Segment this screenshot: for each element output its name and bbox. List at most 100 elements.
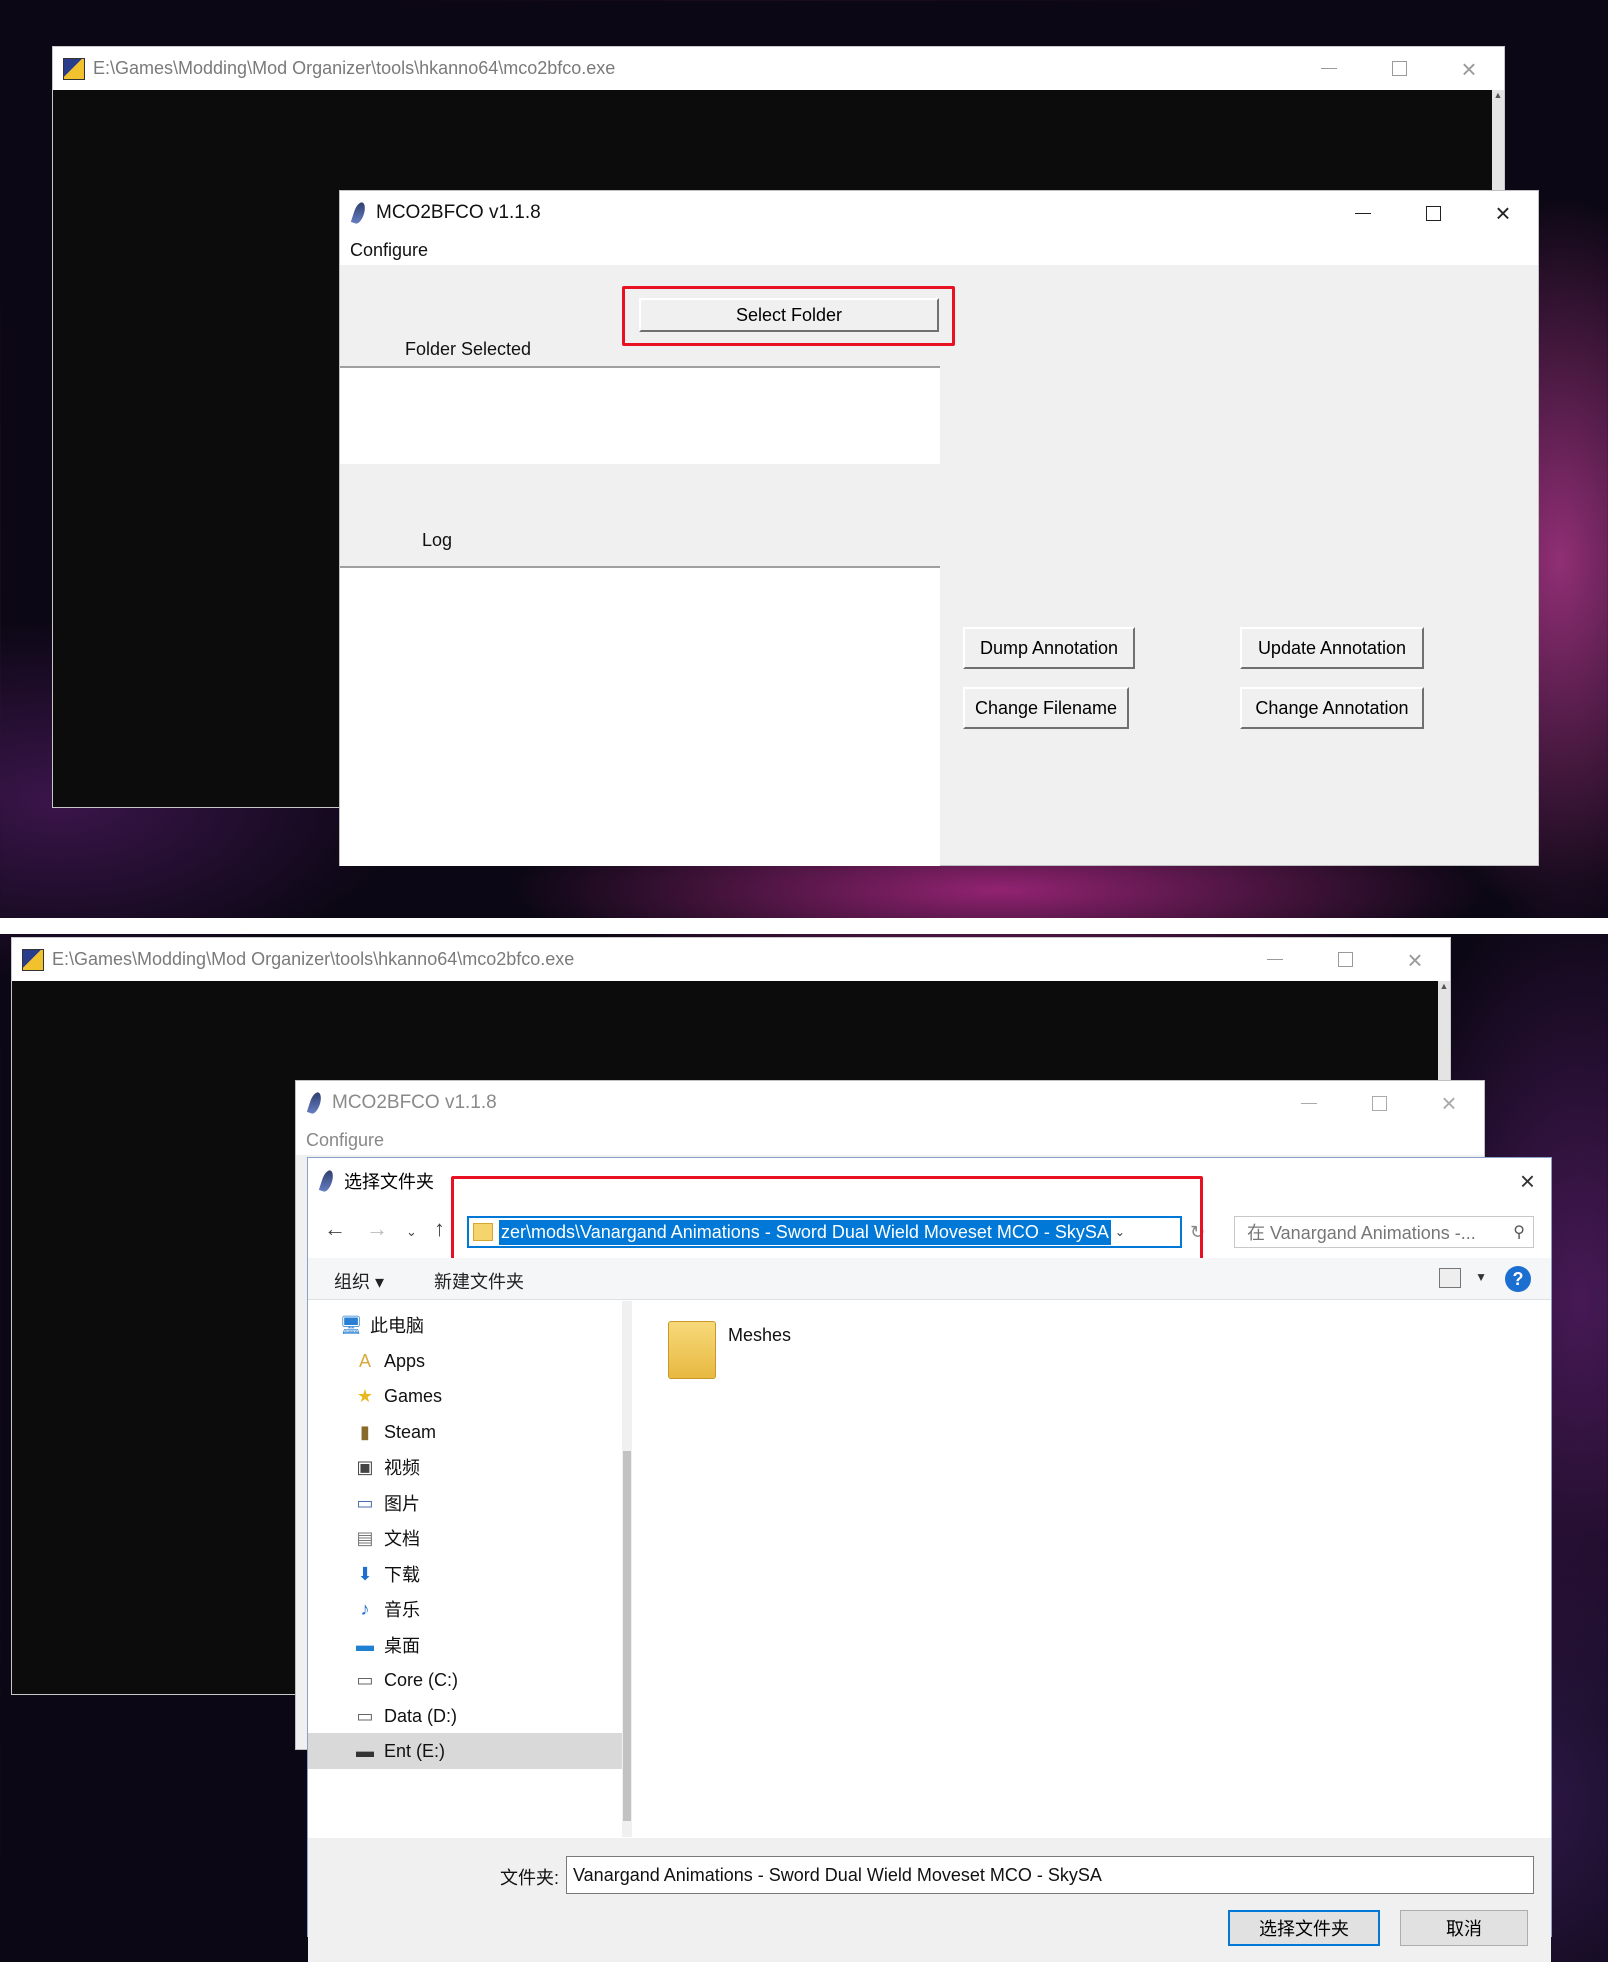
- minimize-icon: [1321, 68, 1337, 69]
- search-box[interactable]: 在 Vanargand Animations -... ⚲: [1234, 1216, 1534, 1248]
- maximize-button[interactable]: [1310, 938, 1380, 981]
- forward-arrow-icon[interactable]: →: [366, 1216, 388, 1242]
- mco2bfco-window-top: MCO2BFCO v1.1.8 × Configure Select Folde…: [339, 190, 1539, 866]
- tree-item[interactable]: ⬇ 下载: [308, 1556, 624, 1592]
- tree-item-label: 此电脑: [370, 1316, 424, 1336]
- search-icon[interactable]: ⚲: [1513, 1222, 1525, 1242]
- close-button[interactable]: ×: [1380, 938, 1450, 981]
- tree-item-label: 图片: [384, 1494, 420, 1514]
- tree-item-label: Data (D:): [384, 1705, 458, 1726]
- back-arrow-icon[interactable]: ←: [324, 1216, 346, 1242]
- tree-item[interactable]: ▭ Core (C:): [308, 1662, 624, 1698]
- maximize-button[interactable]: [1398, 191, 1468, 235]
- cancel-button[interactable]: 取消: [1400, 1910, 1528, 1946]
- tree-item[interactable]: ▭ 图片: [308, 1485, 624, 1521]
- tree-item[interactable]: ▤ 文档: [308, 1520, 624, 1556]
- tree-item[interactable]: ▬ Ent (E:): [308, 1733, 624, 1769]
- change-filename-button[interactable]: Change Filename: [963, 687, 1129, 729]
- star-icon: ★: [356, 1385, 374, 1406]
- dump-annotation-button[interactable]: Dump Annotation: [963, 627, 1135, 669]
- close-icon: ×: [1461, 53, 1477, 84]
- minimize-button[interactable]: [1294, 47, 1364, 90]
- drive-d-icon: ▭: [356, 1705, 374, 1726]
- maximize-icon: [1337, 952, 1353, 967]
- new-folder-button[interactable]: 新建文件夹: [434, 1268, 524, 1294]
- minimize-button[interactable]: [1328, 191, 1398, 235]
- tree-item-label: Steam: [384, 1421, 437, 1442]
- dialog-close-button[interactable]: ×: [1520, 1166, 1535, 1197]
- tree-item[interactable]: ▬ 桌面: [308, 1627, 624, 1663]
- minimize-icon: [1301, 1102, 1317, 1104]
- scroll-up-icon[interactable]: ▲: [1492, 90, 1504, 104]
- feather-icon: [350, 200, 368, 226]
- folder-selected-label: Folder Selected: [405, 339, 532, 359]
- view-options-icon[interactable]: [1439, 1268, 1461, 1288]
- menu-configure[interactable]: Configure: [296, 1125, 1484, 1155]
- tree-item-label: Core (C:): [384, 1669, 459, 1690]
- tree-item-label: 音乐: [384, 1600, 420, 1620]
- maximize-icon: [1371, 1095, 1387, 1111]
- recent-dropdown-icon[interactable]: ⌄: [406, 1224, 417, 1240]
- music-icon: ♪: [360, 1598, 370, 1619]
- minimize-button[interactable]: [1240, 938, 1310, 981]
- picture-icon: ▭: [356, 1492, 374, 1513]
- tree-item[interactable]: 🖥 此电脑: [308, 1307, 624, 1343]
- organize-button[interactable]: 组织 ▾: [334, 1268, 384, 1294]
- change-annotation-button[interactable]: Change Annotation: [1240, 687, 1424, 729]
- log-label: Log: [422, 530, 453, 550]
- dialog-footer: 文件夹: Vanargand Animations - Sword Dual W…: [308, 1838, 1551, 1962]
- view-dropdown-icon[interactable]: ▼: [1475, 1270, 1487, 1284]
- folder-icon[interactable]: [668, 1321, 716, 1379]
- tree-item-label: 桌面: [384, 1636, 420, 1656]
- app-titlebar[interactable]: MCO2BFCO v1.1.8 ×: [296, 1081, 1484, 1125]
- close-button[interactable]: ×: [1414, 1081, 1484, 1125]
- maximize-icon: [1425, 205, 1441, 221]
- close-icon: ×: [1407, 944, 1423, 975]
- close-button[interactable]: ×: [1434, 47, 1504, 90]
- computer-icon: 🖥: [339, 1314, 363, 1335]
- dialog-toolbar: 组织 ▾ 新建文件夹 ▼ ?: [308, 1258, 1551, 1300]
- up-arrow-icon[interactable]: ↑: [434, 1216, 445, 1242]
- console-app-icon: [63, 57, 85, 80]
- folder-name-input[interactable]: Vanargand Animations - Sword Dual Wield …: [566, 1856, 1534, 1894]
- steam-folder-icon: ▮: [360, 1421, 370, 1442]
- update-annotation-button[interactable]: Update Annotation: [1240, 627, 1424, 669]
- scroll-up-icon[interactable]: ▲: [1438, 981, 1450, 995]
- folder-item-meshes[interactable]: Meshes: [728, 1325, 791, 1346]
- tree-item[interactable]: ▭ Data (D:): [308, 1698, 624, 1734]
- maximize-button[interactable]: [1344, 1081, 1414, 1125]
- maximize-button[interactable]: [1364, 47, 1434, 90]
- tree-scrollbar-thumb[interactable]: [623, 1451, 631, 1821]
- console-title: E:\Games\Modding\Mod Organizer\tools\hka…: [52, 949, 575, 969]
- tree-item-label: Games: [384, 1385, 443, 1406]
- close-button[interactable]: ×: [1468, 191, 1538, 235]
- app-titlebar[interactable]: MCO2BFCO v1.1.8 ×: [340, 191, 1538, 235]
- tree-item-label: 视频: [384, 1458, 420, 1478]
- console-title: E:\Games\Modding\Mod Organizer\tools\hka…: [93, 58, 616, 78]
- console-titlebar[interactable]: E:\Games\Modding\Mod Organizer\tools\hka…: [53, 47, 1504, 90]
- console-titlebar[interactable]: E:\Games\Modding\Mod Organizer\tools\hka…: [12, 938, 1450, 981]
- download-icon: ⬇: [357, 1563, 373, 1584]
- tree-item[interactable]: ▮ Steam: [308, 1414, 624, 1450]
- help-icon[interactable]: ?: [1505, 1266, 1531, 1292]
- tree-item[interactable]: ▣ 视频: [308, 1449, 624, 1485]
- tree-item[interactable]: ★ Games: [308, 1378, 624, 1414]
- search-placeholder: 在 Vanargand Animations -...: [1247, 1223, 1476, 1243]
- tree-item-label: 文档: [384, 1529, 420, 1549]
- tree-scrollbar[interactable]: [622, 1301, 632, 1837]
- tree-item[interactable]: A Apps: [308, 1343, 624, 1379]
- console-app-icon: [22, 948, 44, 971]
- folder-selected-box: [340, 366, 940, 464]
- tree-item[interactable]: ♪ 音乐: [308, 1591, 624, 1627]
- app-title: MCO2BFCO v1.1.8: [376, 202, 541, 223]
- feather-icon: [306, 1090, 324, 1116]
- drive-e-icon: ▬: [356, 1740, 374, 1761]
- menu-configure[interactable]: Configure: [340, 235, 1538, 265]
- minimize-icon: [1267, 959, 1283, 960]
- minimize-icon: [1355, 212, 1371, 214]
- select-folder-confirm-button[interactable]: 选择文件夹: [1228, 1910, 1380, 1946]
- maximize-icon: [1391, 61, 1407, 76]
- drive-c-icon: ▭: [356, 1669, 374, 1690]
- log-box[interactable]: [340, 566, 940, 866]
- minimize-button[interactable]: [1274, 1081, 1344, 1125]
